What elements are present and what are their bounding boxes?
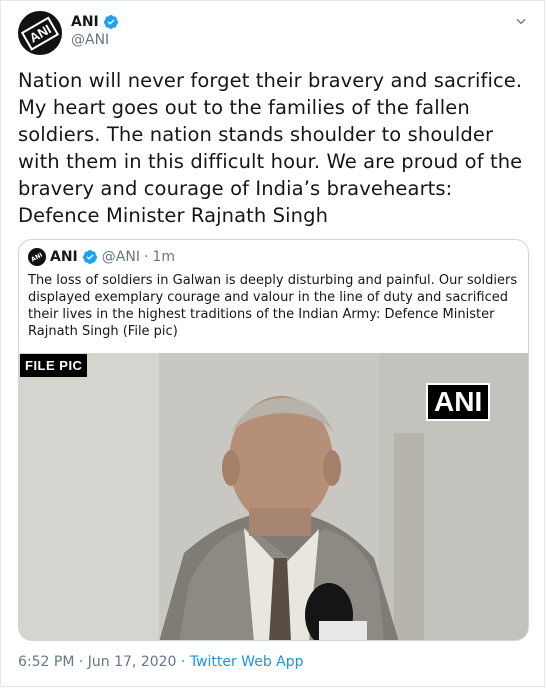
author-name[interactable]: ANI (71, 14, 99, 30)
footer-separator: · (78, 654, 84, 670)
tweet-card: ANI ANI @ANI Nation will never forget th… (0, 0, 545, 687)
quoted-header: ANI ANI @ANI · 1m (28, 248, 175, 266)
quoted-tweet[interactable]: ANI ANI @ANI · 1m The loss of soldiers i… (18, 239, 529, 641)
avatar-logo-text: ANI (20, 15, 60, 51)
quoted-avatar-text: ANI (30, 250, 44, 264)
ani-watermark: ANI (426, 383, 491, 421)
tweet-date[interactable]: Jun 17, 2020 (88, 654, 177, 670)
footer-separator-2: · (180, 654, 186, 670)
file-pic-label: FILE PIC (20, 354, 88, 377)
chevron-down-icon[interactable] (514, 14, 528, 28)
author-handle[interactable]: @ANI (71, 32, 109, 48)
quoted-author-handle: @ANI (101, 249, 140, 265)
quoted-age: 1m (152, 249, 175, 265)
verified-badge-icon (82, 250, 97, 264)
quoted-separator: · (143, 249, 149, 265)
author-name-row[interactable]: ANI (71, 14, 119, 30)
verified-badge-icon (103, 15, 118, 29)
source-app-link[interactable]: Twitter Web App (190, 654, 304, 670)
quoted-media-image[interactable]: FILE PIC ANI (19, 353, 528, 640)
quoted-text: The loss of soldiers in Galwan is deeply… (28, 273, 518, 339)
tweet-footer: 6:52 PM · Jun 17, 2020 · Twitter Web App (18, 654, 304, 670)
quoted-author-name: ANI (50, 249, 78, 265)
tweet-time[interactable]: 6:52 PM (18, 654, 74, 670)
author-avatar[interactable]: ANI (18, 11, 62, 55)
quoted-avatar: ANI (28, 248, 46, 266)
tweet-text: Nation will never forget their bravery a… (18, 69, 523, 227)
